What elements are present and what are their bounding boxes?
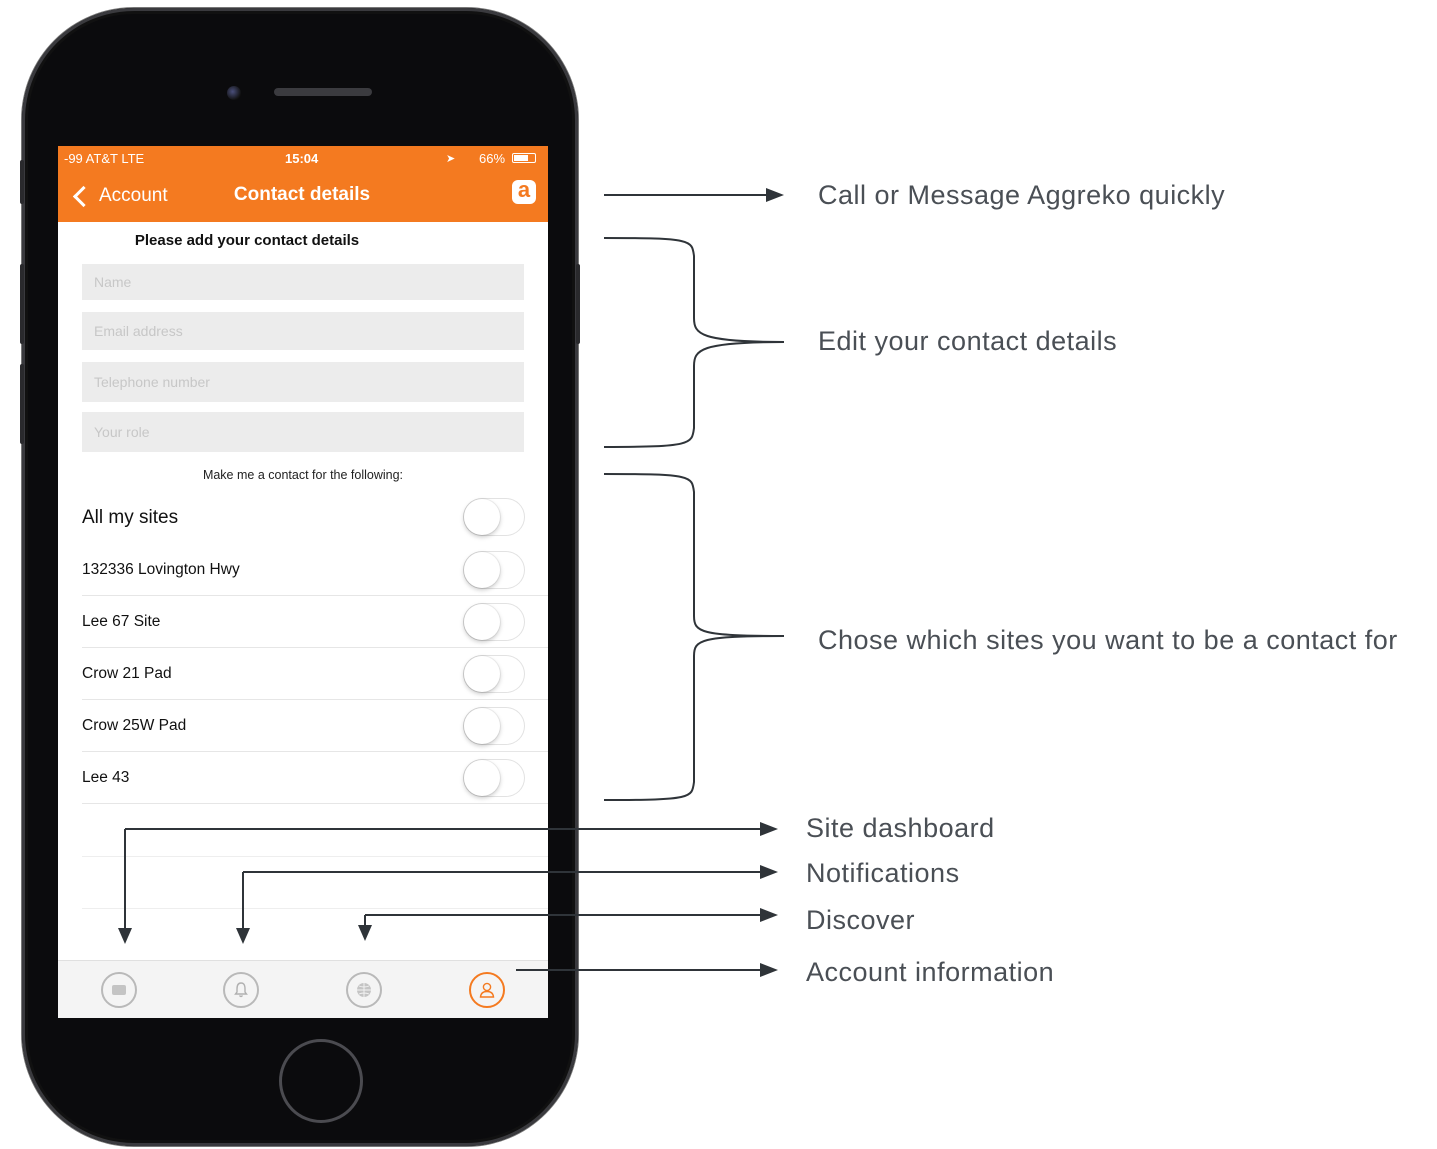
annotation-discover: Discover bbox=[806, 905, 916, 935]
annotation-edit-details: Edit your contact details bbox=[818, 326, 1118, 356]
annotation-notifications: Notifications bbox=[806, 858, 960, 888]
annotation-account-info: Account information bbox=[806, 957, 1055, 987]
annotation-call-message: Call or Message Aggreko quickly bbox=[818, 180, 1226, 210]
annotation-site-dashboard: Site dashboard bbox=[806, 813, 995, 843]
annotation-choose-sites: Chose which sites you want to be a conta… bbox=[818, 625, 1398, 655]
annotation-lines bbox=[118, 188, 785, 977]
